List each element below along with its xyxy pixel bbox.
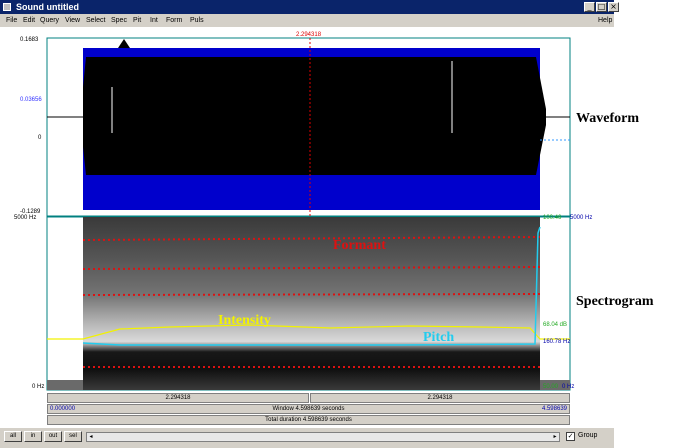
waveform-core [86, 57, 536, 175]
freq-min-label: 0 Hz [32, 384, 45, 390]
intensity-label: Intensity [218, 313, 271, 328]
horizontal-scrollbar[interactable]: ◂ ▸ [86, 432, 560, 442]
menu-bar: File Edit Query View Select Spec Pit Int… [0, 14, 614, 27]
maximize-button[interactable]: □ [596, 2, 607, 12]
time-segment-right-label: 2.294318 [427, 395, 453, 401]
menu-query[interactable]: Query [40, 14, 59, 27]
menu-spec[interactable]: Spec [111, 14, 127, 27]
scroll-left-icon[interactable]: ◂ [87, 433, 95, 441]
pitch-current-label: 160.78 Hz [543, 339, 571, 345]
spectrogram-image [83, 217, 540, 390]
intensity-max-label: 100.46 [543, 215, 562, 221]
intensity-min-label: 50.00 [543, 384, 559, 390]
window-end: 4.598639 [541, 406, 567, 412]
freq-max-label: 5000 Hz [14, 215, 37, 221]
menu-edit[interactable]: Edit [23, 14, 35, 27]
waveform-y-cursor: 0.03656 [20, 97, 42, 103]
window-bar[interactable]: 0.000000 Window 4.598639 seconds 4.59863… [47, 404, 570, 414]
scroll-right-icon[interactable]: ▸ [551, 433, 559, 441]
intensity-current-label: 68.04 dB [543, 322, 568, 328]
plot-svg [46, 37, 571, 391]
menu-file[interactable]: File [6, 14, 17, 27]
spectrogram-annotation: Spectrogram [576, 294, 654, 309]
sound-editor-canvas[interactable]: 0.1683 0.03656 0 -0.1289 2.294318 5000 H… [0, 27, 614, 425]
menu-int[interactable]: Int [150, 14, 158, 27]
waveform-y-zero: 0 [38, 135, 42, 141]
menu-puls[interactable]: Puls [190, 14, 204, 27]
zoom-sel-button[interactable]: sel [64, 431, 82, 442]
app-icon [3, 3, 11, 11]
pitch-label: Pitch [423, 330, 455, 345]
title-bar: Sound untitled _ □ × [0, 0, 619, 14]
group-label: Group [578, 432, 598, 439]
minimize-button[interactable]: _ [584, 2, 595, 12]
bottom-toolbar: all in out sel ◂ ▸ ✓ Group [0, 428, 614, 448]
zoom-out-button[interactable]: out [44, 431, 62, 442]
window-title: Sound untitled [16, 2, 79, 12]
right-freq-max-label: 5000 Hz [570, 215, 593, 221]
spectrogram-lowband-left [47, 380, 83, 390]
cursor-time-label: 2.294318 [296, 32, 322, 38]
menu-pit[interactable]: Pit [133, 14, 141, 27]
waveform-annotation: Waveform [576, 111, 639, 126]
menu-help[interactable]: Help [598, 14, 612, 27]
zoom-in-button[interactable]: in [24, 431, 42, 442]
menu-form[interactable]: Form [166, 14, 182, 27]
right-freq-min-label: 0 Hz [562, 384, 575, 390]
time-segment-right[interactable]: 2.294318 [310, 393, 570, 403]
window-duration: Window 4.598639 seconds [272, 406, 345, 412]
menu-view[interactable]: View [65, 14, 80, 27]
zoom-all-button[interactable]: all [4, 431, 22, 442]
total-duration-bar[interactable]: Total duration 4.598639 seconds [47, 415, 570, 425]
waveform-y-max: 0.1683 [20, 37, 39, 43]
formant-label: Formant [333, 238, 386, 253]
time-segment-left-label: 2.294318 [165, 395, 191, 401]
menu-select[interactable]: Select [86, 14, 105, 27]
time-segment-left[interactable]: 2.294318 [47, 393, 309, 403]
close-button[interactable]: × [608, 2, 619, 12]
total-duration-label: Total duration 4.598639 seconds [265, 417, 352, 423]
group-checkbox[interactable]: ✓ [566, 432, 575, 441]
